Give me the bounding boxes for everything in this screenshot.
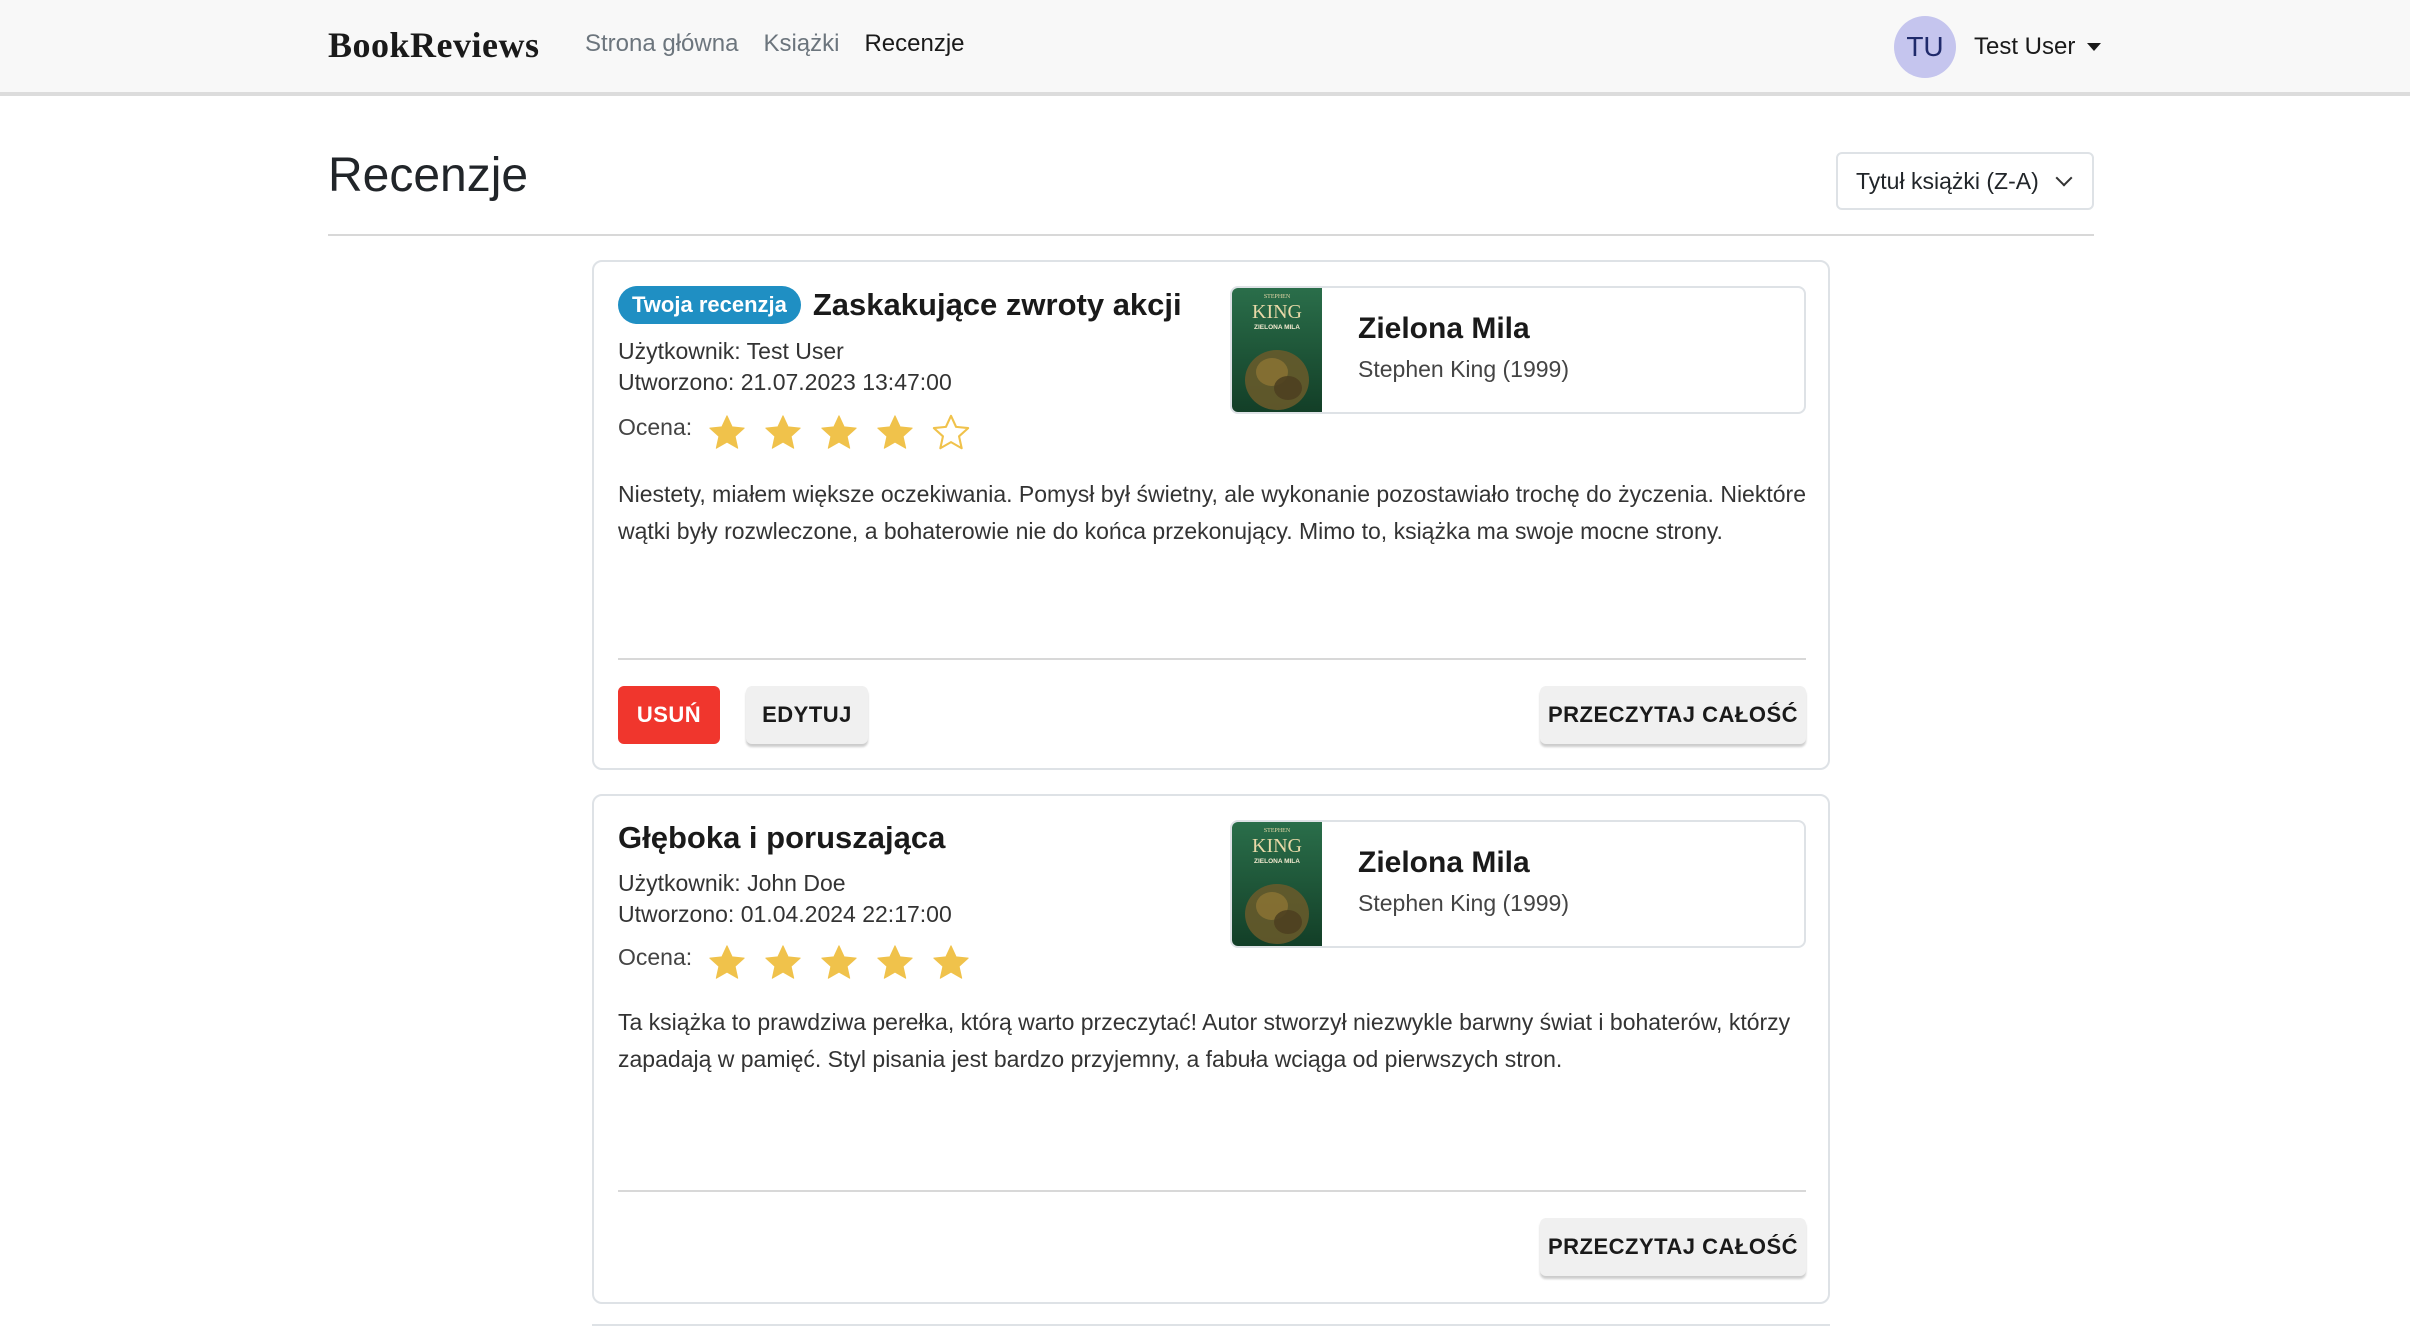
navbar: BookReviews Strona główna Książki Recenz… [0,0,2410,96]
edit-button[interactable]: EDYTUJ [746,686,868,744]
cover-author-first: STEPHEN [1264,294,1291,300]
book-card[interactable]: STEPHEN KING ZIELONA MILA Zielona Mila Ste… [1230,820,1806,948]
avatar: TU [1894,16,1956,78]
card-separator [618,658,1806,660]
review-created: Utworzono: 01.04.2024 22:17:00 [618,901,952,927]
nav-link-books[interactable]: Książki [763,30,839,58]
book-author: Stephen King (1999) [1358,356,1569,382]
nav-links: Strona główna Książki Recenzje [585,30,965,58]
caret-down-icon [2087,43,2102,51]
cover-author-last: KING [1252,301,1302,323]
star-filled-icon [765,415,801,449]
read-more-button[interactable]: PRZECZYTAJ CAŁOŚĆ [1540,686,1806,744]
review-header: Głęboka i poruszająca [618,820,945,856]
delete-button[interactable]: USUŃ [618,686,720,744]
brand-logo[interactable]: BookReviews [328,24,540,66]
book-author: Stephen King (1999) [1358,890,1569,916]
star-filled-icon [821,415,857,449]
star-filled-icon [765,945,801,979]
review-card-partial [592,1324,1830,1328]
cover-title: ZIELONA MILA [1254,858,1300,865]
book-cover: STEPHEN KING ZIELONA MILA [1232,822,1322,946]
book-info: Zielona Mila Stephen King (1999) [1322,822,1569,946]
review-card: Głęboka i poruszająca Użytkownik: John D… [592,794,1830,1304]
rating-label: Ocena: [618,413,693,440]
own-review-badge: Twoja recenzja [618,286,801,324]
review-card: Twoja recenzja Zaskakujące zwroty akcji … [592,260,1830,770]
header-divider [328,234,2094,236]
rating-row: Ocena: [618,412,972,454]
rating-label: Ocena: [618,943,693,970]
star-filled-icon [877,945,913,979]
nav-link-home[interactable]: Strona główna [585,30,738,58]
star-empty-icon [932,414,970,450]
card-separator [618,1190,1806,1192]
review-header: Twoja recenzja Zaskakujące zwroty akcji [618,286,1182,324]
star-filled-icon [933,945,969,979]
sort-select[interactable]: Tytuł książki (Z-A) [1836,152,2094,210]
book-title: Zielona Mila [1358,312,1530,345]
cover-author-first: STEPHEN [1264,828,1291,834]
book-card[interactable]: STEPHEN KING ZIELONA MILA Zielona Mila Ste… [1230,286,1806,414]
rating-row: Ocena: [618,942,972,984]
review-title: Głęboka i poruszająca [618,820,946,855]
sort-select-value: Tytuł książki (Z-A) [1856,167,2039,194]
review-user: Użytkownik: John Doe [618,870,846,896]
book-cover: STEPHEN KING ZIELONA MILA [1232,288,1322,412]
star-rating [706,412,972,454]
read-more-button[interactable]: PRZECZYTAJ CAŁOŚĆ [1540,1218,1806,1276]
star-filled-icon [877,415,913,449]
review-title: Zaskakujące zwroty akcji [812,287,1182,322]
star-filled-icon [709,415,745,449]
cover-title: ZIELONA MILA [1254,324,1300,331]
user-menu[interactable]: TU Test User [1894,16,2102,78]
book-info: Zielona Mila Stephen King (1999) [1322,288,1569,412]
page-title: Recenzje [328,149,529,202]
chevron-down-icon [2055,169,2073,187]
cover-author-last: KING [1252,835,1302,857]
review-created: Utworzono: 21.07.2023 13:47:00 [618,369,952,395]
star-rating [706,942,972,984]
star-filled-icon [821,945,857,979]
nav-link-reviews[interactable]: Recenzje [864,30,964,58]
review-body: Ta książka to prawdziwa perełka, którą w… [618,1009,1791,1072]
review-body: Niestety, miałem większe oczekiwania. Po… [618,481,1806,544]
book-title: Zielona Mila [1358,846,1530,879]
review-user: Użytkownik: Test User [618,338,844,364]
star-filled-icon [709,945,745,979]
user-name: Test User [1974,33,2076,60]
